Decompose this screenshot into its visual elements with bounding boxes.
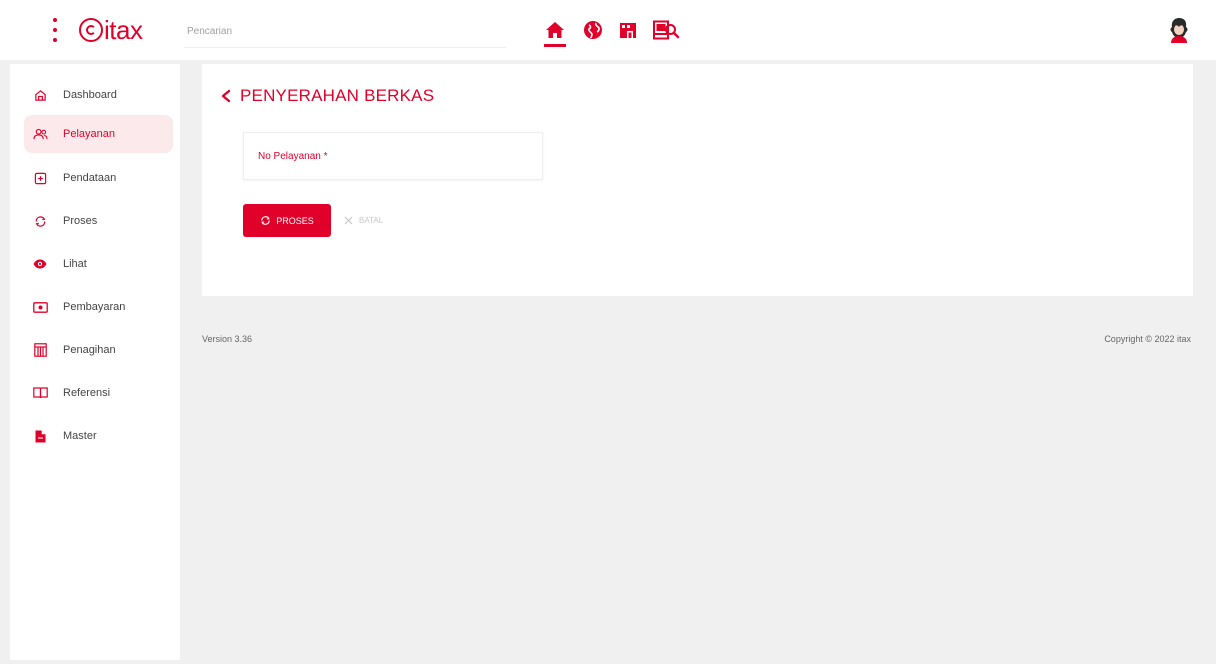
top-bar: itax <box>0 0 1216 60</box>
refresh-icon <box>32 213 48 229</box>
sidebar-item-penagihan[interactable]: Penagihan <box>24 331 173 369</box>
home-icon[interactable] <box>545 20 565 40</box>
add-box-icon <box>32 170 48 186</box>
logo-mark-icon <box>79 18 103 42</box>
proses-button[interactable]: PROSES <box>243 204 331 237</box>
batal-button[interactable]: BATAL <box>344 204 408 237</box>
eye-icon <box>32 256 48 272</box>
cash-icon <box>32 299 48 315</box>
sidebar-item-label: Pendataan <box>63 172 117 184</box>
file-icon <box>32 428 48 444</box>
sidebar-item-label: Dashboard <box>63 89 117 101</box>
sidebar-item-dashboard[interactable]: Dashboard <box>24 76 173 114</box>
building-columns-icon <box>32 342 48 358</box>
proses-button-label: PROSES <box>276 215 314 226</box>
sidebar-item-label: Pelayanan <box>63 128 115 140</box>
page-title[interactable]: PENYERAHAN BERKAS <box>220 86 434 106</box>
book-icon[interactable] <box>651 20 671 40</box>
search-input[interactable] <box>184 14 474 48</box>
search-bar <box>184 14 680 48</box>
sidebar-item-master[interactable]: Master <box>24 417 173 455</box>
sidebar-item-label: Proses <box>63 215 98 227</box>
sidebar: Dashboard Pelayanan Pendataan Proses Lih… <box>10 64 180 660</box>
chevron-left-icon[interactable] <box>220 89 232 103</box>
sidebar-item-label: Master <box>63 430 97 442</box>
sidebar-item-pelayanan[interactable]: Pelayanan <box>24 115 173 153</box>
menu-dots-icon[interactable] <box>50 18 60 42</box>
building-icon[interactable] <box>618 20 638 40</box>
home-outline-icon <box>32 87 48 103</box>
sidebar-item-label: Referensi <box>63 387 111 399</box>
user-avatar-icon[interactable] <box>1167 17 1191 43</box>
main-card: PENYERAHAN BERKAS PROSES BATAL <box>202 64 1193 296</box>
active-tab-indicator <box>544 44 566 47</box>
sidebar-item-label: Lihat <box>63 258 87 270</box>
no-pelayanan-input[interactable] <box>244 133 542 179</box>
sidebar-item-label: Pembayaran <box>63 301 126 313</box>
sidebar-item-label: Penagihan <box>63 344 116 356</box>
refresh-icon <box>261 216 270 225</box>
sidebar-item-pembayaran[interactable]: Pembayaran <box>24 288 173 326</box>
sidebar-item-pendataan[interactable]: Pendataan <box>24 159 173 197</box>
sidebar-item-proses[interactable]: Proses <box>24 202 173 240</box>
page-title-text: PENYERAHAN BERKAS <box>240 86 435 105</box>
copyright-text: Copyright © 2022 itax <box>1104 334 1191 344</box>
version-text: Version 3.36 <box>202 334 253 344</box>
app-logo[interactable]: itax <box>79 13 143 47</box>
no-pelayanan-field <box>243 132 543 180</box>
close-icon <box>344 216 353 225</box>
open-book-icon <box>32 385 48 401</box>
sidebar-item-referensi[interactable]: Referensi <box>24 374 173 412</box>
logo-text: itax <box>104 14 143 45</box>
sidebar-item-lihat[interactable]: Lihat <box>24 245 173 283</box>
globe-icon[interactable] <box>583 20 603 40</box>
users-icon <box>32 126 48 142</box>
batal-button-label: BATAL <box>359 216 384 225</box>
